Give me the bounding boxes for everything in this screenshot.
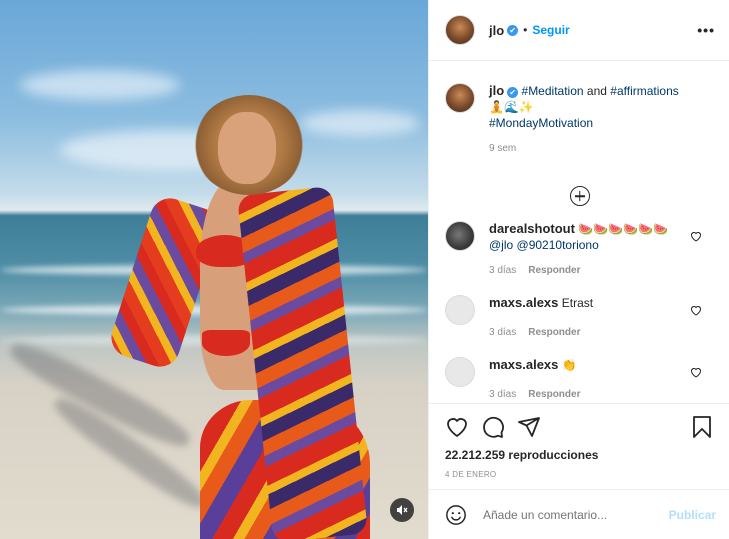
- comment-text: darealshotout 🍉🍉🍉🍉🍉🍉 @jlo @90210torionо …: [489, 221, 689, 279]
- hashtag-link[interactable]: #Meditation: [522, 84, 584, 98]
- comment-input[interactable]: [483, 507, 669, 522]
- action-bar: [445, 404, 714, 450]
- reply-button[interactable]: Responder: [528, 389, 580, 400]
- cloud: [300, 110, 420, 136]
- heart-icon[interactable]: [445, 415, 469, 439]
- comment: darealshotout 🍉🍉🍉🍉🍉🍉 @jlo @90210torionо …: [445, 221, 714, 279]
- bikini-bottom: [202, 330, 250, 356]
- heart-icon[interactable]: [690, 367, 702, 378]
- comment-icon[interactable]: [481, 415, 505, 439]
- comment-text: maxs.alexs Etrast 3 días Responder: [489, 295, 689, 341]
- post-video[interactable]: [0, 0, 428, 539]
- caption-username[interactable]: jlo: [489, 83, 504, 98]
- comment-username[interactable]: maxs.alexs: [489, 357, 558, 372]
- timestamp[interactable]: 3 días: [489, 327, 516, 338]
- post-actions: 22.212.259 reproducciones 4 DE ENERO: [429, 403, 729, 479]
- caption-word: and: [583, 84, 611, 98]
- post-date[interactable]: 4 DE ENERO: [445, 470, 714, 479]
- mention-link[interactable]: @90210torionо: [517, 238, 599, 252]
- reply-button[interactable]: Responder: [528, 265, 580, 276]
- bookmark-icon[interactable]: [690, 415, 714, 439]
- timestamp[interactable]: 3 días: [489, 389, 516, 400]
- comment-body: 👏: [561, 358, 577, 372]
- caption-text: jlo ✔ #Meditation and #affirmations 🧘🌊✨ #…: [489, 83, 709, 157]
- comments-list[interactable]: jlo ✔ #Meditation and #affirmations 🧘🌊✨ #…: [429, 61, 729, 403]
- caption-emojis: 🧘🌊✨: [489, 100, 534, 114]
- load-more-comments-button[interactable]: [445, 181, 714, 211]
- comment: maxs.alexs Etrast 3 días Responder: [445, 295, 714, 341]
- comment-body: Etrast: [561, 296, 594, 310]
- mute-button[interactable]: [390, 498, 414, 522]
- post-header: jlo ✔ • Seguir •••: [429, 0, 729, 61]
- emoji-icon[interactable]: [445, 504, 467, 526]
- header-username[interactable]: jlo: [489, 23, 504, 38]
- add-comment-bar: Publicar: [429, 489, 729, 539]
- comment-meta: 3 días Responder: [489, 263, 689, 279]
- caption-time: 9 sem: [489, 141, 709, 157]
- avatar[interactable]: [445, 83, 475, 113]
- timestamp[interactable]: 9 sem: [489, 143, 516, 154]
- avatar[interactable]: [445, 221, 475, 251]
- cloud: [20, 70, 180, 100]
- comment-username[interactable]: darealshotout: [489, 221, 575, 236]
- verified-icon: ✔: [507, 24, 519, 36]
- hashtag-link[interactable]: #affirmations: [610, 84, 678, 98]
- person-face: [218, 112, 276, 184]
- avatar[interactable]: [445, 295, 475, 325]
- heart-icon[interactable]: [690, 231, 702, 242]
- mention-link[interactable]: @jlo: [489, 238, 513, 252]
- post-panel: jlo ✔ • Seguir ••• jlo ✔ #Meditation and …: [428, 0, 729, 539]
- plus-circle-icon[interactable]: [569, 186, 590, 206]
- share-icon[interactable]: [517, 415, 541, 439]
- caption: jlo ✔ #Meditation and #affirmations 🧘🌊✨ #…: [445, 61, 714, 157]
- avatar[interactable]: [445, 15, 475, 45]
- heart-icon[interactable]: [690, 305, 702, 316]
- view-count[interactable]: 22.212.259 reproducciones: [445, 448, 714, 462]
- comment-body: 🍉🍉🍉🍉🍉🍉: [578, 222, 668, 236]
- verified-icon: ✔: [507, 87, 519, 98]
- more-options-icon[interactable]: •••: [697, 22, 715, 38]
- comment-meta: 3 días Responder: [489, 325, 689, 341]
- hashtag-link[interactable]: #MondayMotivation: [489, 116, 593, 130]
- comment-meta: 3 días Responder: [489, 387, 689, 403]
- avatar[interactable]: [445, 357, 475, 387]
- comment: maxs.alexs 👏 3 días Responder: [445, 357, 714, 403]
- follow-button[interactable]: Seguir: [532, 23, 569, 37]
- reply-button[interactable]: Responder: [528, 327, 580, 338]
- comment-username[interactable]: maxs.alexs: [489, 295, 558, 310]
- comment-text: maxs.alexs 👏 3 días Responder: [489, 357, 689, 403]
- mute-icon: [397, 505, 408, 515]
- timestamp[interactable]: 3 días: [489, 265, 516, 276]
- publish-button[interactable]: Publicar: [669, 508, 716, 522]
- separator: •: [523, 23, 528, 37]
